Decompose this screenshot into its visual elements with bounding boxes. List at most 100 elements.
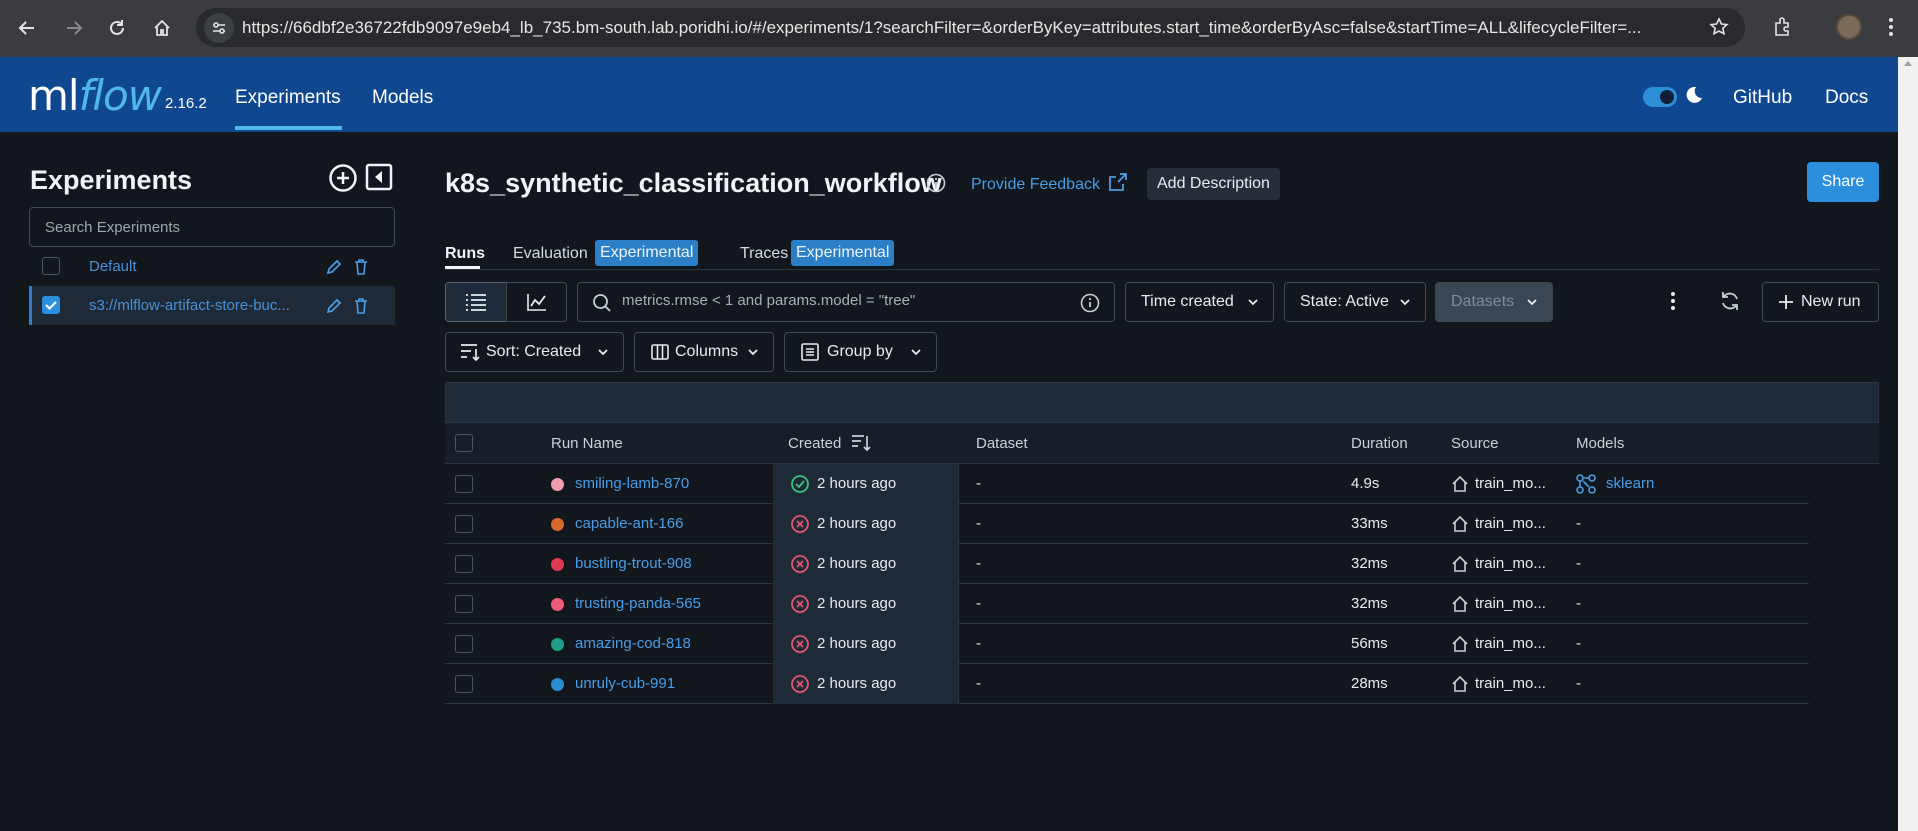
run-color-dot[interactable] <box>551 598 564 611</box>
list-view-button[interactable] <box>445 282 507 322</box>
sort-dropdown[interactable]: Sort: Created <box>445 332 624 372</box>
back-icon[interactable] <box>12 13 42 43</box>
runs-search-field[interactable] <box>577 282 1115 322</box>
bookmark-star-icon[interactable] <box>1709 17 1729 37</box>
source-value[interactable]: train_mo... <box>1475 555 1546 572</box>
browser-toolbar: https://66dbf2e36722fdb9097e9eb4_lb_735.… <box>0 0 1918 57</box>
experiment-name[interactable]: s3://mlflow-artifact-store-buc... <box>89 297 314 314</box>
time-created-dropdown[interactable]: Time created <box>1125 282 1274 322</box>
run-color-dot[interactable] <box>551 678 564 691</box>
row-checkbox[interactable] <box>455 515 473 533</box>
nav-models[interactable]: Models <box>372 87 433 109</box>
row-checkbox[interactable] <box>455 475 473 493</box>
nav-experiments[interactable]: Experiments <box>235 87 341 109</box>
sort-icon <box>461 344 480 361</box>
collapse-sidebar-icon[interactable] <box>365 163 393 191</box>
share-button[interactable]: Share <box>1807 162 1879 202</box>
table-row[interactable]: amazing-cod-818 2 hours ago - 56ms train… <box>445 624 1809 664</box>
state-dropdown[interactable]: State: Active <box>1284 282 1426 322</box>
select-all-checkbox[interactable] <box>455 434 473 452</box>
table-row[interactable]: trusting-panda-565 2 hours ago - 32ms tr… <box>445 584 1809 624</box>
run-name-link[interactable]: trusting-panda-565 <box>575 595 701 612</box>
edit-pencil-icon[interactable] <box>325 258 343 276</box>
run-name-link[interactable]: smiling-lamb-870 <box>575 475 689 492</box>
run-name-link[interactable]: unruly-cub-991 <box>575 675 675 692</box>
check-icon <box>45 301 57 311</box>
run-name-link[interactable]: amazing-cod-818 <box>575 635 691 652</box>
source-value[interactable]: train_mo... <box>1475 595 1546 612</box>
tab-runs[interactable]: Runs <box>445 245 485 263</box>
run-name-link[interactable]: bustling-trout-908 <box>575 555 692 572</box>
search-experiments-input[interactable] <box>29 207 395 247</box>
tab-traces[interactable]: Traces <box>740 245 788 263</box>
chevron-down-icon <box>1527 299 1537 306</box>
run-color-dot[interactable] <box>551 518 564 531</box>
datasets-dropdown[interactable]: Datasets <box>1435 282 1553 322</box>
row-checkbox[interactable] <box>455 675 473 693</box>
experimental-badge: Experimental <box>595 240 699 266</box>
mlflow-logo[interactable]: mlflow <box>28 71 162 120</box>
site-settings-icon[interactable] <box>204 13 234 43</box>
more-options-icon[interactable] <box>1670 290 1676 312</box>
row-checkbox[interactable] <box>455 595 473 613</box>
edit-pencil-icon[interactable] <box>325 297 343 315</box>
header-source[interactable]: Source <box>1451 435 1499 452</box>
run-name-link[interactable]: capable-ant-166 <box>575 515 683 532</box>
sort-desc-icon[interactable] <box>851 434 871 452</box>
header-duration[interactable]: Duration <box>1351 435 1408 452</box>
row-checkbox[interactable] <box>455 555 473 573</box>
forward-icon[interactable] <box>59 13 89 43</box>
source-value[interactable]: train_mo... <box>1475 515 1546 532</box>
chart-view-button[interactable] <box>506 282 567 322</box>
experiment-item-selected[interactable]: s3://mlflow-artifact-store-buc... <box>29 286 395 325</box>
experiment-item-default[interactable]: Default <box>29 247 395 286</box>
runs-search-input[interactable] <box>622 292 1062 309</box>
delete-trash-icon[interactable] <box>353 258 369 276</box>
header-dataset[interactable]: Dataset <box>976 435 1028 452</box>
group-by-dropdown[interactable]: Group by <box>784 332 937 372</box>
experiment-checkbox-checked[interactable] <box>42 296 60 314</box>
external-link-icon[interactable] <box>1108 172 1128 192</box>
info-icon[interactable] <box>926 173 946 193</box>
run-color-dot[interactable] <box>551 558 564 571</box>
address-bar[interactable]: https://66dbf2e36722fdb9097e9eb4_lb_735.… <box>196 8 1745 47</box>
provide-feedback-link[interactable]: Provide Feedback <box>971 176 1100 194</box>
header-created[interactable]: Created <box>788 435 841 452</box>
run-color-dot[interactable] <box>551 478 564 491</box>
extensions-icon[interactable] <box>1772 16 1794 38</box>
search-info-icon[interactable] <box>1080 293 1100 313</box>
experiment-name[interactable]: Default <box>89 258 314 275</box>
tab-evaluation[interactable]: Evaluation <box>513 245 588 263</box>
profile-avatar[interactable] <box>1836 14 1862 40</box>
table-row[interactable]: bustling-trout-908 2 hours ago - 32ms tr… <box>445 544 1809 584</box>
table-row[interactable]: capable-ant-166 2 hours ago - 33ms train… <box>445 504 1809 544</box>
run-color-dot[interactable] <box>551 638 564 651</box>
add-experiment-icon[interactable] <box>328 163 358 193</box>
delete-trash-icon[interactable] <box>353 297 369 315</box>
source-value[interactable]: train_mo... <box>1475 635 1546 652</box>
nav-docs[interactable]: Docs <box>1825 87 1868 109</box>
header-run-name[interactable]: Run Name <box>551 435 623 452</box>
row-checkbox[interactable] <box>455 635 473 653</box>
header-models[interactable]: Models <box>1576 435 1624 452</box>
nav-github[interactable]: GitHub <box>1733 87 1792 109</box>
add-description-button[interactable]: Add Description <box>1147 168 1280 200</box>
dark-mode-toggle[interactable] <box>1643 87 1677 107</box>
table-row[interactable]: smiling-lamb-870 2 hours ago - 4.9s trai… <box>445 464 1809 504</box>
scroll-up-arrow-icon[interactable] <box>1904 61 1912 66</box>
source-value[interactable]: train_mo... <box>1475 475 1546 492</box>
table-row[interactable]: unruly-cub-991 2 hours ago - 28ms train_… <box>445 664 1809 704</box>
reload-icon[interactable] <box>102 13 132 43</box>
experiment-checkbox[interactable] <box>42 257 60 275</box>
browser-menu-icon[interactable] <box>1888 16 1894 38</box>
home-icon[interactable] <box>147 13 177 43</box>
refresh-icon[interactable] <box>1719 290 1741 312</box>
group-icon <box>801 343 819 361</box>
duration-value: 33ms <box>1351 515 1388 532</box>
page-scrollbar[interactable] <box>1898 57 1918 831</box>
new-run-button[interactable]: New run <box>1762 282 1879 322</box>
source-value[interactable]: train_mo... <box>1475 675 1546 692</box>
model-link[interactable]: sklearn <box>1606 475 1654 492</box>
created-time: 2 hours ago <box>817 595 897 612</box>
columns-dropdown[interactable]: Columns <box>634 332 774 372</box>
